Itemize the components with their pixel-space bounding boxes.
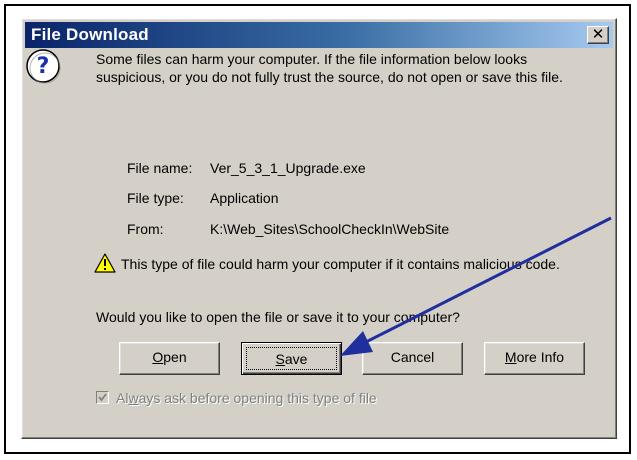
save-button[interactable]: Save bbox=[241, 342, 342, 375]
cancel-button[interactable]: Cancel bbox=[362, 342, 463, 375]
file-type-label: File type: bbox=[127, 190, 184, 206]
from-value: K:\Web_Sites\SchoolCheckIn\WebSite bbox=[210, 221, 450, 237]
open-or-save-question: Would you like to open the file or save … bbox=[96, 309, 460, 325]
title-bar[interactable]: File Download ✕ bbox=[25, 22, 613, 48]
label-mnemonic: w bbox=[128, 390, 139, 406]
warning-icon bbox=[94, 253, 116, 273]
svg-text:?: ? bbox=[37, 54, 50, 79]
open-button[interactable]: Open bbox=[119, 342, 220, 375]
label-part: Al bbox=[116, 390, 129, 406]
always-ask-label: Always ask before opening this type of f… bbox=[116, 390, 377, 406]
more-info-label-rest: ore Info bbox=[516, 349, 565, 365]
save-focus-rect: Save bbox=[246, 347, 337, 370]
close-icon: ✕ bbox=[591, 25, 605, 43]
file-type-value: Application bbox=[210, 190, 279, 206]
open-label-rest: pen bbox=[163, 349, 187, 365]
open-mnemonic: O bbox=[152, 349, 164, 365]
close-button[interactable]: ✕ bbox=[587, 26, 609, 44]
more-info-button[interactable]: More Info bbox=[484, 342, 585, 375]
checkmark-icon bbox=[98, 393, 107, 402]
question-icon: ? bbox=[26, 49, 61, 84]
save-label-rest: ave bbox=[284, 351, 308, 367]
more-info-mnemonic: M bbox=[504, 349, 517, 365]
file-name-label: File name: bbox=[127, 160, 193, 176]
file-name-value: Ver_5_3_1_Upgrade.exe bbox=[210, 160, 366, 176]
warning-message: Some files can harm your computer. If th… bbox=[96, 51, 563, 85]
save-mnemonic: S bbox=[275, 351, 285, 367]
from-label: From: bbox=[127, 221, 164, 237]
label-part: ays ask before opening this type of file bbox=[138, 390, 377, 406]
always-ask-checkbox[interactable] bbox=[96, 391, 109, 404]
file-harm-warning: This type of file could harm your comput… bbox=[121, 256, 560, 272]
window-title: File Download bbox=[31, 25, 149, 44]
